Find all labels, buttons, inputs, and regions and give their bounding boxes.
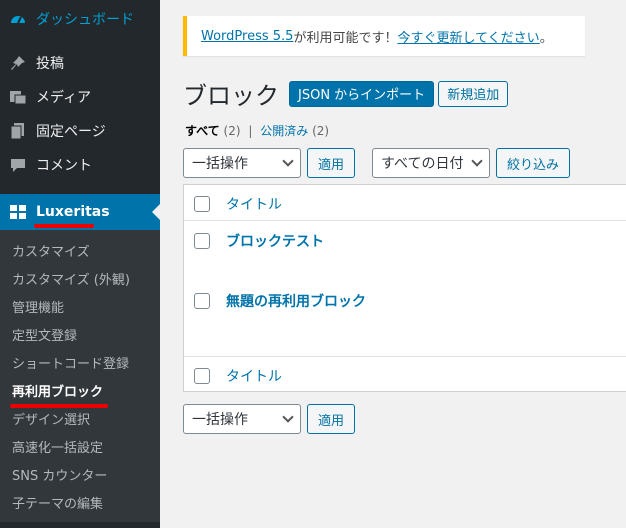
- page-icon: [8, 121, 28, 141]
- submenu-reusable-blocks[interactable]: 再利用ブロック: [0, 376, 160, 404]
- page-header: ブロック JSON からインポート 新規追加: [183, 76, 509, 111]
- chevron-down-icon: [471, 155, 483, 167]
- notice-text: が利用可能です！: [293, 30, 398, 46]
- submenu-child-theme-editor[interactable]: 子テーマの編集: [0, 488, 160, 516]
- page-title: ブロック: [183, 82, 279, 110]
- row-checkbox[interactable]: [194, 233, 210, 249]
- notice-suffix: 。: [539, 30, 553, 46]
- bulk-action-select-bottom[interactable]: 一括操作: [183, 404, 301, 434]
- apply-button-top[interactable]: 適用: [307, 148, 355, 178]
- chevron-down-icon: [282, 155, 294, 167]
- apply-button-bottom[interactable]: 適用: [307, 404, 355, 434]
- luxeritas-submenu: カスタマイズ カスタマイズ (外観) 管理機能 定型文登録 ショートコード登録 …: [0, 230, 160, 522]
- filter-button[interactable]: 絞り込み: [496, 148, 570, 178]
- json-import-button[interactable]: JSON からインポート: [289, 80, 435, 107]
- annotation-underline-luxeritas: [34, 224, 94, 228]
- table-row: 無題の再利用ブロック: [184, 282, 626, 354]
- table-footer: タイトル: [184, 356, 626, 392]
- menu-posts[interactable]: 投稿: [0, 46, 160, 80]
- menu-media[interactable]: メディア: [0, 80, 160, 114]
- menu-pages-label: 固定ページ: [36, 124, 106, 140]
- table-row: ブロックテスト: [184, 222, 626, 282]
- filter-published-count: (2): [312, 124, 330, 138]
- submenu-shortcode-registration[interactable]: ショートコード登録: [0, 348, 160, 376]
- submenu-speed-settings[interactable]: 高速化一括設定: [0, 432, 160, 460]
- menu-dashboard[interactable]: ダッシュボード: [0, 0, 160, 38]
- submenu-admin-functions[interactable]: 管理機能: [0, 292, 160, 320]
- submenu-customize[interactable]: カスタマイズ: [0, 236, 160, 264]
- row-title-link[interactable]: ブロックテスト: [226, 231, 324, 251]
- row-title-link[interactable]: 無題の再利用ブロック: [226, 291, 366, 311]
- filter-all-count: (2): [223, 124, 241, 138]
- grid-icon: [8, 202, 28, 222]
- menu-media-label: メディア: [36, 90, 92, 106]
- dashboard-icon: [8, 9, 28, 29]
- row-checkbox[interactable]: [194, 293, 210, 309]
- bulk-action-value: 一括操作: [192, 156, 248, 172]
- menu-comments-label: コメント: [36, 158, 92, 174]
- filter-published[interactable]: 公開済み: [260, 124, 308, 138]
- update-notice: WordPress 5.5 が利用可能です！ 今すぐ更新してください 。: [183, 16, 585, 56]
- menu-posts-label: 投稿: [36, 56, 64, 72]
- admin-sidebar: ダッシュボード 投稿 メディア 固定ページ コメント Luxeritas カスタ…: [0, 0, 160, 528]
- blocks-table: タイトル ブロックテスト 無題の再利用ブロック タイトル: [183, 184, 626, 392]
- filter-all[interactable]: すべて: [185, 124, 220, 138]
- menu-comments[interactable]: コメント: [0, 148, 160, 182]
- bulk-action-select-top[interactable]: 一括操作: [183, 148, 301, 178]
- chevron-down-icon: [282, 411, 294, 423]
- annotation-underline-reusable-blocks: [10, 404, 108, 408]
- column-title-header[interactable]: タイトル: [226, 194, 282, 214]
- submenu-customize-appearance[interactable]: カスタマイズ (外観): [0, 264, 160, 292]
- filter-separator: |: [248, 124, 253, 138]
- date-filter-select[interactable]: すべての日付: [372, 148, 490, 178]
- date-filter-value: すべての日付: [381, 156, 464, 172]
- menu-dashboard-label: ダッシュボード: [36, 12, 134, 28]
- submenu-sns-counter[interactable]: SNS カウンター: [0, 460, 160, 488]
- submenu-design-select[interactable]: デザイン選択: [0, 404, 160, 432]
- pin-icon: [8, 53, 28, 73]
- wordpress-version-link[interactable]: WordPress 5.5: [201, 29, 293, 44]
- select-all-checkbox-footer[interactable]: [194, 368, 210, 384]
- menu-luxeritas-label: Luxeritas: [36, 204, 110, 220]
- menu-pages[interactable]: 固定ページ: [0, 114, 160, 148]
- select-all-checkbox[interactable]: [194, 196, 210, 212]
- column-title-footer[interactable]: タイトル: [226, 366, 282, 386]
- media-icon: [8, 87, 28, 107]
- bulk-action-value: 一括操作: [192, 412, 248, 428]
- update-now-link[interactable]: 今すぐ更新してください: [397, 27, 539, 46]
- comment-icon: [8, 155, 28, 175]
- table-header: タイトル: [184, 185, 626, 221]
- submenu-phrase-registration[interactable]: 定型文登録: [0, 320, 160, 348]
- status-filters: すべて (2) | 公開済み (2): [185, 122, 329, 139]
- add-new-button[interactable]: 新規追加: [438, 80, 509, 107]
